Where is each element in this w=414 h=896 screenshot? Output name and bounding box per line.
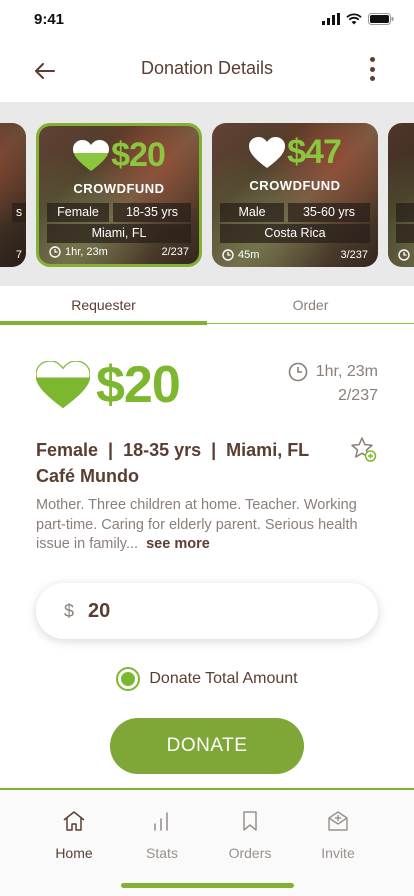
invite-mail-icon — [328, 811, 348, 831]
request-card[interactable]: $47 CROWDFUND Male 35-60 yrs Costa Rica … — [212, 123, 378, 267]
clock-icon — [222, 249, 234, 261]
clock-icon — [288, 362, 308, 382]
card-location: Miami, FL — [47, 224, 191, 243]
status-icons — [322, 13, 394, 25]
bottom-navigation: Home Stats Orders Invite — [0, 788, 414, 896]
nav-home[interactable]: Home — [34, 808, 114, 861]
nav-orders[interactable]: Orders — [210, 808, 290, 861]
request-card-partial-left[interactable]: s 7 — [0, 123, 26, 267]
donation-amount-field[interactable]: $ — [36, 583, 378, 639]
more-dot-icon — [369, 57, 375, 62]
donate-total-option[interactable]: Donate Total Amount — [0, 667, 414, 691]
request-carousel[interactable]: s 7 $20 CROWDFUND Female 18-35 yrs Miami… — [0, 102, 414, 286]
card-time: 45m — [238, 249, 260, 261]
card-amount: $20 — [111, 136, 166, 174]
card-amount: $47 — [287, 133, 342, 171]
card-chip: s — [12, 203, 26, 222]
nav-invite[interactable]: Invite — [298, 808, 378, 861]
card-count: 7 — [15, 249, 22, 261]
card-count: 2/237 — [161, 246, 189, 258]
detail-time: 1hr, 23m — [315, 363, 378, 380]
home-icon — [63, 811, 85, 831]
requester-organization: Café Mundo — [36, 466, 139, 486]
card-age: 18-35 yrs — [113, 203, 191, 222]
detail-count: 2/237 — [337, 387, 378, 404]
home-indicator — [121, 883, 294, 888]
clock-icon — [398, 249, 410, 261]
card-gender: Female — [47, 203, 109, 222]
donate-total-label: Donate Total Amount — [149, 670, 298, 687]
more-dot-icon — [369, 76, 375, 81]
card-age: 35-60 yrs — [288, 203, 370, 222]
request-card-active[interactable]: $20 CROWDFUND Female 18-35 yrs Miami, FL… — [36, 123, 202, 267]
see-more-link[interactable]: see more — [146, 536, 210, 552]
status-time: 9:41 — [34, 11, 65, 28]
page-title: Donation Details — [140, 58, 274, 78]
currency-symbol: $ — [64, 600, 75, 621]
signal-icon — [322, 13, 340, 25]
detail-meta: 1hr, 23m 2/237 — [288, 360, 378, 408]
nav-orders-label: Orders — [228, 845, 272, 861]
active-tab-indicator — [0, 321, 207, 325]
star-add-icon — [351, 437, 377, 462]
donation-amount-input[interactable] — [88, 599, 309, 623]
header: Donation Details — [0, 44, 414, 102]
card-count: 3/237 — [340, 249, 368, 261]
more-options-button[interactable] — [366, 54, 378, 84]
detail-amount-block: $20 — [36, 355, 181, 415]
detail-tabs: Requester Order — [0, 286, 414, 325]
detail-amount: $20 — [96, 356, 181, 414]
heart-icon — [73, 139, 110, 171]
tab-order[interactable]: Order — [207, 286, 414, 324]
donate-button[interactable]: DONATE — [110, 718, 304, 774]
nav-stats[interactable]: Stats — [122, 808, 202, 861]
more-dot-icon — [369, 66, 375, 72]
nav-invite-label: Invite — [321, 845, 355, 861]
battery-icon — [368, 13, 394, 25]
nav-stats-label: Stats — [146, 845, 178, 861]
heart-icon — [249, 136, 286, 168]
status-bar: 9:41 — [0, 0, 414, 44]
nav-home-label: Home — [55, 845, 93, 861]
card-type: CROWDFUND — [73, 181, 165, 196]
request-card-partial-right[interactable] — [388, 123, 414, 267]
heart-icon — [36, 361, 90, 409]
stats-icon — [154, 812, 168, 831]
wifi-icon — [346, 13, 362, 25]
card-gender: Male — [220, 203, 284, 222]
card-time: 1hr, 23m — [65, 246, 108, 258]
clock-icon — [49, 246, 61, 258]
requester-demographics: Female | 18-35 yrs | Miami, FL — [36, 440, 310, 460]
card-location: Costa Rica — [220, 224, 370, 243]
requester-description: Mother. Three children at home. Teacher.… — [36, 496, 381, 555]
bookmark-icon — [243, 811, 257, 831]
radio-selected-icon[interactable] — [116, 667, 141, 691]
card-type: CROWDFUND — [249, 178, 341, 193]
add-favorite-button[interactable] — [350, 436, 378, 464]
tab-requester[interactable]: Requester — [0, 286, 207, 324]
